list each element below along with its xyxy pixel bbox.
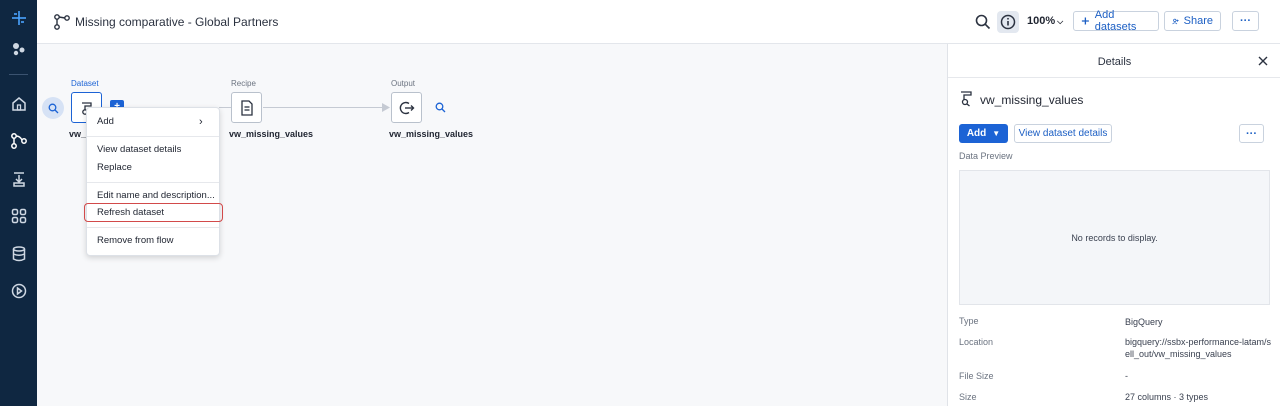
info-icon[interactable] xyxy=(997,11,1019,33)
prop-filesize-key: File Size xyxy=(959,371,994,381)
database-icon[interactable] xyxy=(0,239,37,269)
flows-icon[interactable] xyxy=(0,126,37,156)
output-node[interactable] xyxy=(391,92,422,123)
arrow-icon xyxy=(382,103,390,112)
prop-type-value: BigQuery xyxy=(1125,317,1163,327)
context-menu: Add › View dataset details Replace Edit … xyxy=(86,107,220,256)
share-button[interactable]: Share xyxy=(1164,11,1221,31)
prop-type-key: Type xyxy=(959,316,979,326)
plus-icon xyxy=(1081,17,1089,25)
details-panel: Details vw_missing_values Add ▼ View dat… xyxy=(947,44,1280,406)
output-zoom-icon[interactable] xyxy=(431,98,449,116)
jobs-icon[interactable] xyxy=(0,276,37,306)
details-header: Details xyxy=(948,44,1280,78)
refresh-dataset-highlight xyxy=(84,203,223,222)
menu-item-add[interactable]: Add › xyxy=(87,114,219,130)
output-label: Output xyxy=(391,79,416,88)
chevron-down-icon: ▼ xyxy=(992,129,1001,138)
add-datasets-button[interactable]: Add datasets xyxy=(1073,9,1159,33)
top-header: Missing comparative - Global Partners 10… xyxy=(37,0,1280,44)
home-icon[interactable] xyxy=(0,89,37,119)
prop-location-key: Location xyxy=(959,337,994,347)
menu-divider xyxy=(87,136,219,137)
chevron-down-icon: ⌵ xyxy=(1057,17,1064,26)
recipe-icon xyxy=(240,99,253,116)
view-dataset-details-button[interactable]: View dataset details xyxy=(1014,124,1112,143)
dataset-label: Dataset xyxy=(71,79,99,88)
close-icon[interactable] xyxy=(1256,54,1270,68)
apps-icon[interactable] xyxy=(0,34,37,64)
chevron-right-icon: › xyxy=(199,116,203,128)
import-icon[interactable] xyxy=(0,164,37,194)
output-icon xyxy=(399,101,414,114)
prop-location-value: bigquery://ssbx-performance-latam/sell_o… xyxy=(1125,337,1272,359)
left-nav-rail xyxy=(0,0,37,406)
prop-size-key: Size xyxy=(959,392,977,402)
data-preview-box: No records to display. xyxy=(959,170,1270,305)
add-dropdown-button[interactable]: Add ▼ xyxy=(959,124,1008,143)
connector-line xyxy=(263,107,387,108)
recipe-name: vw_missing_values xyxy=(229,129,314,139)
output-name: vw_missing_values xyxy=(389,129,474,139)
menu-item-view-dataset-details[interactable]: View dataset details xyxy=(87,142,219,158)
dataset-zoom-icon[interactable] xyxy=(42,97,64,119)
prop-filesize-value: - xyxy=(1125,371,1128,381)
search-icon[interactable] xyxy=(972,11,994,33)
flow-icon xyxy=(54,14,70,30)
menu-divider xyxy=(87,182,219,183)
logo-icon[interactable] xyxy=(0,3,37,33)
flow-title[interactable]: Missing comparative - Global Partners xyxy=(75,15,278,29)
recipe-node[interactable] xyxy=(231,92,262,123)
add-user-icon xyxy=(1172,18,1179,24)
data-preview-label: Data Preview xyxy=(959,151,1013,161)
menu-divider xyxy=(87,227,219,228)
dataset-icon xyxy=(961,91,972,107)
details-more-button[interactable]: ··· xyxy=(1239,124,1264,143)
library-icon[interactable] xyxy=(0,201,37,231)
prop-size-value: 27 columns · 3 types xyxy=(1125,392,1209,402)
details-dataset-name: vw_missing_values xyxy=(980,93,1084,107)
recipe-label: Recipe xyxy=(231,79,256,88)
more-options-button[interactable]: ··· xyxy=(1232,11,1259,31)
empty-message: No records to display. xyxy=(1071,232,1158,243)
menu-item-edit-name[interactable]: Edit name and description... xyxy=(87,188,219,204)
rail-divider xyxy=(9,74,28,75)
zoom-level[interactable]: 100% ⌵ xyxy=(1027,15,1063,27)
menu-item-replace[interactable]: Replace xyxy=(87,160,219,176)
menu-item-remove-from-flow[interactable]: Remove from flow xyxy=(87,233,219,249)
details-title: Details xyxy=(1097,56,1132,68)
